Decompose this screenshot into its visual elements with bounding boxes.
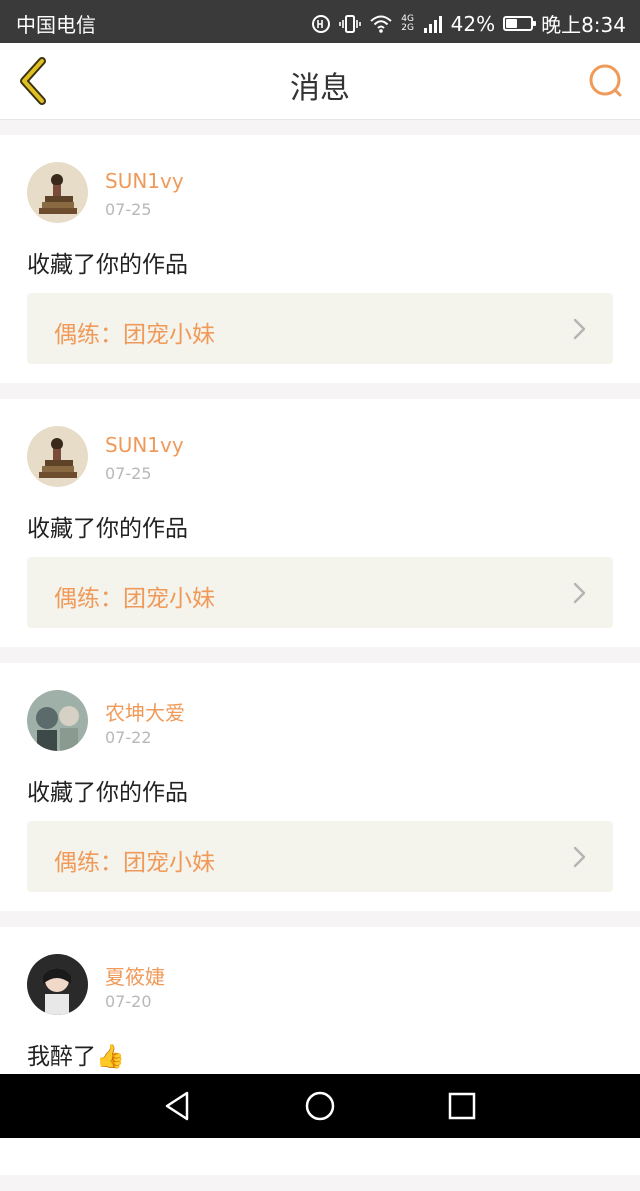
thumbs-up-icon: 👍: [96, 1044, 125, 1070]
work-link[interactable]: 偶练：团宠小妹: [27, 557, 613, 628]
network-badge: 4G 2G: [401, 13, 414, 33]
status-bar: 中国电信 4G 2G 42% 晚上8:34: [0, 0, 640, 43]
battery-fill: [506, 19, 517, 28]
nav-recents-button[interactable]: [444, 1088, 480, 1124]
vibrate-icon: [338, 14, 361, 33]
nav-home-button[interactable]: [302, 1088, 338, 1124]
battery-icon: [503, 16, 537, 31]
wifi-icon: [369, 15, 392, 33]
message-text: 收藏了你的作品: [27, 252, 188, 278]
work-title: 偶练：团宠小妹: [54, 850, 215, 876]
carrier-label: 中国电信: [16, 13, 96, 37]
message-card[interactable]: 农坤大爱 07-22 收藏了你的作品 偶练：团宠小妹: [0, 663, 640, 911]
battery-percent: 42%: [450, 11, 496, 36]
message-date: 07-22: [105, 728, 152, 747]
message-text: 我醉了👍: [27, 1037, 125, 1071]
clock: 晚上8:34: [541, 13, 626, 37]
message-date: 07-25: [105, 200, 152, 219]
message-text-body: 我醉了: [27, 1044, 96, 1070]
system-nav-bar: [0, 1074, 640, 1138]
signal-icon: [423, 15, 442, 33]
nav-back-button[interactable]: [159, 1088, 195, 1124]
username[interactable]: SUN1vy: [105, 433, 184, 457]
work-link[interactable]: 偶练：团宠小妹: [27, 821, 613, 892]
status-icons: 4G 2G 42% 晚上8:34: [311, 9, 626, 38]
triangle-back-icon: [165, 1091, 189, 1121]
username[interactable]: 农坤大爱: [105, 697, 185, 726]
search-icon: [589, 64, 622, 97]
circle-home-icon: [305, 1091, 335, 1121]
message-date: 07-25: [105, 464, 152, 483]
chevron-right-icon: [573, 846, 586, 868]
work-link[interactable]: 偶练：团宠小妹: [27, 293, 613, 364]
square-recents-icon: [448, 1092, 476, 1120]
chevron-right-icon: [573, 318, 586, 340]
chevron-right-icon: [573, 582, 586, 604]
work-title: 偶练：团宠小妹: [54, 586, 215, 612]
avatar[interactable]: [27, 690, 88, 751]
work-title: 偶练：团宠小妹: [54, 322, 215, 348]
page-title: 消息: [290, 71, 350, 106]
message-text: 收藏了你的作品: [27, 516, 188, 542]
message-date: 07-20: [105, 992, 152, 1011]
message-list: SUN1vy 07-25 收藏了你的作品 偶练：团宠小妹 SUN1vy 07-2…: [0, 135, 640, 1191]
message-card[interactable]: SUN1vy 07-25 收藏了你的作品 偶练：团宠小妹: [0, 399, 640, 647]
app-header: 消息: [0, 43, 640, 120]
message-text: 收藏了你的作品: [27, 780, 188, 806]
search-button[interactable]: [586, 61, 626, 101]
avatar[interactable]: [27, 426, 88, 487]
message-card[interactable]: SUN1vy 07-25 收藏了你的作品 偶练：团宠小妹: [0, 135, 640, 383]
hd-call-icon: [311, 14, 330, 33]
username[interactable]: SUN1vy: [105, 169, 184, 193]
username[interactable]: 夏筱婕: [105, 961, 165, 990]
avatar[interactable]: [27, 954, 88, 1015]
avatar[interactable]: [27, 162, 88, 223]
